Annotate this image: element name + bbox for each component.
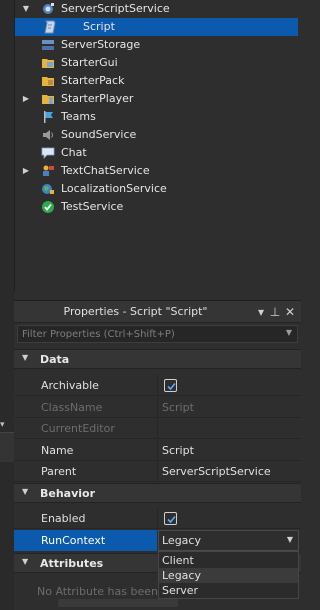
chat-icon (41, 146, 55, 160)
properties-title-bar: Properties - Script "Script" ▾ ⊥ ✕ (14, 301, 301, 323)
name-value-field[interactable]: Script (162, 444, 194, 457)
tree-item-label: Teams (61, 110, 96, 123)
section-label: Data (40, 353, 70, 366)
pin-icon[interactable]: ⊥ (269, 305, 281, 319)
tree-item-label: StarterGui (61, 56, 118, 69)
property-name: Name (41, 444, 74, 457)
studio-root: ▾ ▼ ServerScriptService Script ServerSto… (0, 0, 301, 610)
filter-dropdown-icon[interactable]: ▼ (286, 328, 292, 337)
filter-properties-field[interactable]: ▼ (17, 325, 298, 343)
column-divider (157, 418, 158, 439)
test-service-icon (41, 200, 55, 214)
tree-item-chat[interactable]: Chat (15, 144, 298, 162)
expanded-arrow-icon[interactable]: ▼ (22, 487, 28, 496)
property-name: RunContext (41, 534, 106, 547)
tree-item-serverscriptservice[interactable]: ▼ ServerScriptService (15, 0, 298, 18)
option-server[interactable]: Server (159, 583, 298, 598)
property-name: Enabled (41, 512, 86, 525)
left-panel-strip (0, 0, 14, 610)
dropdown-arrow-icon[interactable]: ▾ (255, 305, 267, 319)
tree-item-label: TestService (61, 200, 124, 213)
tree-item-label: ServerStorage (61, 38, 141, 51)
left-panel-divider (0, 432, 14, 462)
property-row-name[interactable]: Name Script (14, 440, 301, 461)
runcontext-selected-value: Legacy (162, 534, 201, 547)
tree-item-label: StarterPack (61, 74, 125, 87)
runcontext-options-list: Client Legacy Server (158, 551, 299, 599)
server-script-service-icon (41, 2, 55, 16)
expanded-arrow-icon[interactable]: ▼ (22, 353, 28, 362)
tree-item-label: TextChatService (61, 164, 150, 177)
server-storage-icon (41, 38, 55, 52)
localization-service-icon (41, 182, 55, 196)
close-icon[interactable]: ✕ (284, 305, 296, 319)
chevron-down-icon[interactable]: ▼ (287, 535, 293, 544)
property-name: ClassName (41, 401, 103, 414)
script-icon (43, 20, 57, 34)
no-attributes-message: No Attribute has been ad (37, 585, 176, 598)
parent-value[interactable]: ServerScriptService (162, 465, 271, 478)
property-name: CurrentEditor (41, 422, 115, 435)
column-divider (157, 375, 158, 396)
section-label: Attributes (40, 557, 104, 570)
filter-properties-input[interactable] (18, 326, 297, 342)
section-behavior[interactable]: ▼ Behavior (14, 483, 301, 503)
tree-item-script[interactable]: Script (15, 18, 298, 36)
tree-item-teams[interactable]: Teams (15, 108, 298, 126)
property-row-parent[interactable]: Parent ServerScriptService (14, 461, 301, 482)
property-name: Archivable (41, 379, 99, 392)
tree-item-starterplayer[interactable]: ▶ StarterPlayer (15, 90, 298, 108)
property-row-currenteditor[interactable]: CurrentEditor (14, 418, 301, 439)
section-data[interactable]: ▼ Data (14, 349, 301, 369)
checkmark-icon (167, 515, 176, 524)
tree-item-label: StarterPlayer (61, 92, 134, 105)
tree-item-label: Script (83, 20, 115, 33)
checkmark-icon (167, 382, 176, 391)
property-row-archivable[interactable]: Archivable (14, 375, 301, 396)
runcontext-dropdown[interactable]: Legacy ▼ (158, 530, 299, 551)
property-name: Parent (41, 465, 77, 478)
column-divider (157, 508, 158, 529)
horizontal-scrollbar[interactable] (58, 599, 178, 607)
starter-player-icon (41, 92, 55, 106)
tree-item-label: SoundService (61, 128, 137, 141)
option-legacy[interactable]: Legacy (159, 568, 298, 583)
property-row-runcontext[interactable]: RunContext Legacy ▼ (14, 530, 301, 551)
tree-item-label: LocalizationService (61, 182, 167, 195)
starter-gui-icon (41, 56, 55, 70)
text-chat-service-icon (41, 164, 55, 178)
explorer-panel: ▼ ServerScriptService Script ServerStora… (14, 0, 298, 292)
properties-panel: Properties - Script "Script" ▾ ⊥ ✕ ▼ ▼ D… (14, 300, 301, 610)
expanded-arrow-icon[interactable]: ▼ (21, 0, 31, 18)
property-value: Script (162, 401, 194, 414)
column-divider (157, 461, 158, 482)
collapsed-arrow-icon[interactable]: ▶ (21, 90, 31, 108)
tree-item-soundservice[interactable]: SoundService (15, 126, 298, 144)
column-divider (157, 397, 158, 418)
scroll-down-icon[interactable]: ▾ (0, 420, 10, 434)
tree-item-label: ServerScriptService (61, 2, 170, 15)
expanded-arrow-icon[interactable]: ▼ (22, 557, 28, 566)
collapsed-arrow-icon[interactable]: ▶ (21, 162, 31, 180)
tree-item-label: Chat (61, 146, 87, 159)
property-row-enabled[interactable]: Enabled (14, 508, 301, 529)
tree-item-testservice[interactable]: TestService (15, 198, 298, 216)
properties-title: Properties - Script "Script" (63, 305, 208, 318)
section-label: Behavior (40, 487, 96, 500)
teams-icon (41, 110, 55, 124)
tree-item-textchatservice[interactable]: ▶ TextChatService (15, 162, 298, 180)
starter-pack-icon (41, 74, 55, 88)
archivable-checkbox[interactable] (164, 379, 177, 392)
tree-item-localizationservice[interactable]: LocalizationService (15, 180, 298, 198)
option-client[interactable]: Client (159, 553, 298, 568)
tree-item-startergui[interactable]: StarterGui (15, 54, 298, 72)
tree-item-starterpack[interactable]: StarterPack (15, 72, 298, 90)
enabled-checkbox[interactable] (164, 512, 177, 525)
tree-item-serverstorage[interactable]: ServerStorage (15, 36, 298, 54)
property-row-classname[interactable]: ClassName Script (14, 397, 301, 418)
column-divider (157, 440, 158, 461)
sound-service-icon (41, 128, 55, 142)
